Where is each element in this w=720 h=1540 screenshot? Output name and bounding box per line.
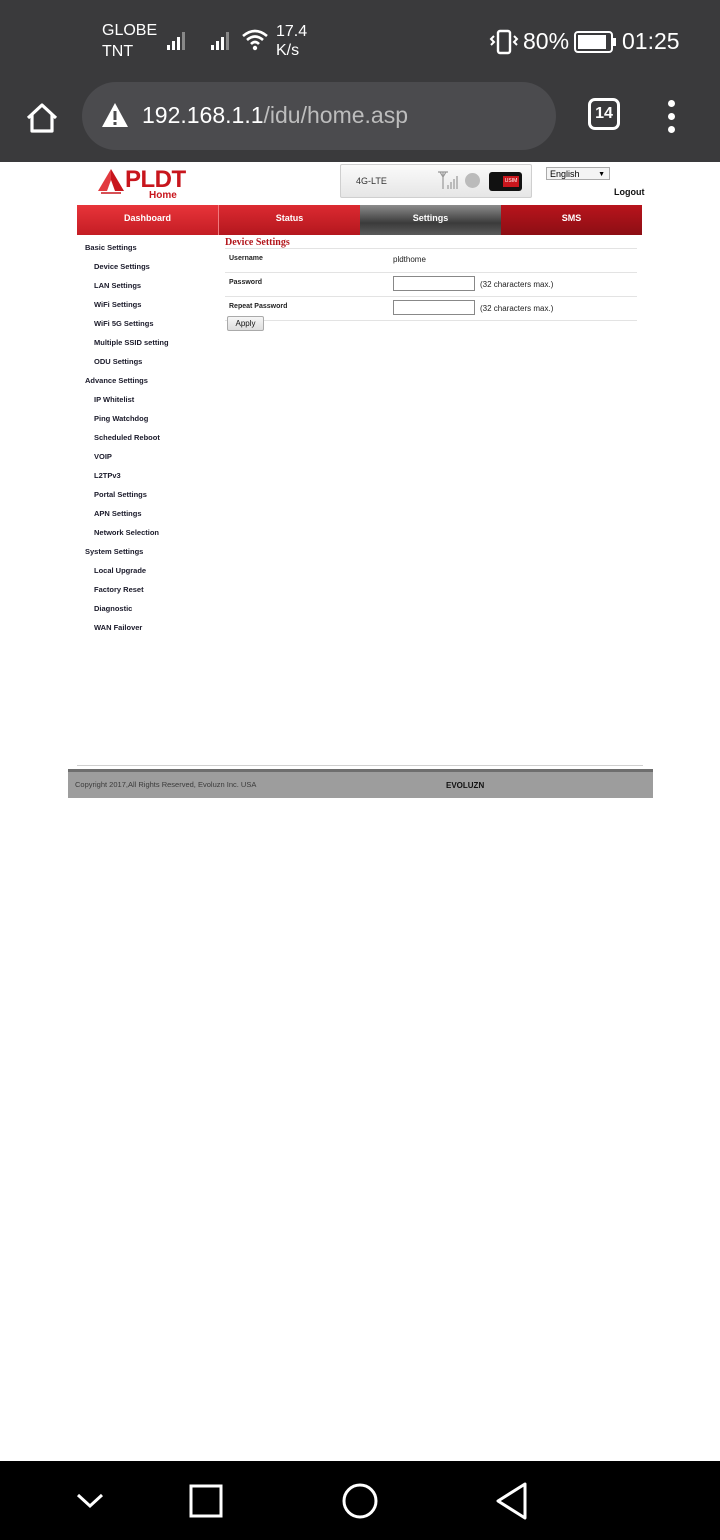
url-text[interactable]: 192.168.1.1/idu/home.asp — [142, 102, 408, 129]
signal-icon — [211, 32, 229, 50]
sidebar-group-basic[interactable]: Basic Settings — [85, 242, 215, 261]
logout-link[interactable]: Logout — [614, 187, 645, 197]
sidebar-item-lan-settings[interactable]: LAN Settings — [85, 280, 215, 299]
username-value: pldthome — [393, 255, 426, 264]
browser-toolbar: 192.168.1.1/idu/home.asp 14 — [0, 82, 720, 162]
antenna-signal-icon — [438, 171, 458, 189]
settings-sidebar: Basic Settings Device Settings LAN Setti… — [85, 242, 215, 641]
sidebar-item-wifi-5g-settings[interactable]: WiFi 5G Settings — [85, 318, 215, 337]
sidebar-item-factory-reset[interactable]: Factory Reset — [85, 584, 215, 603]
sim-status-icon: USIM — [489, 172, 522, 191]
menu-settings[interactable]: Settings — [360, 205, 501, 235]
password-row: Password (32 characters max.) — [225, 272, 637, 296]
language-value: English — [550, 169, 580, 179]
main-menu: Dashboard Status Settings SMS — [77, 205, 642, 235]
username-row: Username pldthome — [225, 248, 637, 272]
signal-icon — [167, 32, 185, 50]
sidebar-item-portal-settings[interactable]: Portal Settings — [85, 489, 215, 508]
sidebar-item-diagnostic[interactable]: Diagnostic — [85, 603, 215, 622]
sidebar-item-ip-whitelist[interactable]: IP Whitelist — [85, 394, 215, 413]
sidebar-item-local-upgrade[interactable]: Local Upgrade — [85, 565, 215, 584]
wifi-icon — [242, 29, 268, 51]
sidebar-item-apn-settings[interactable]: APN Settings — [85, 508, 215, 527]
hide-keyboard-icon[interactable] — [74, 1485, 106, 1517]
home-nav-icon[interactable] — [340, 1481, 380, 1521]
menu-dashboard[interactable]: Dashboard — [77, 205, 218, 235]
warning-icon[interactable] — [100, 101, 130, 129]
network-type: 4G-LTE — [356, 176, 387, 186]
clock: 01:25 — [622, 28, 680, 54]
url-path: /idu/home.asp — [263, 102, 408, 128]
more-options-icon[interactable] — [662, 100, 682, 134]
sidebar-group-system[interactable]: System Settings — [85, 546, 215, 565]
pldt-logo: PLDT Home — [97, 166, 207, 202]
tab-switcher-button[interactable]: 14 — [588, 98, 620, 130]
repeat-password-label: Repeat Password — [229, 303, 288, 310]
sidebar-item-odu-settings[interactable]: ODU Settings — [85, 356, 215, 375]
language-select[interactable]: English ▼ — [546, 167, 610, 180]
status-bar: GLOBE TNT 17.4 K/s 80% 01:25 — [0, 0, 720, 82]
device-settings-panel: Device Settings Username pldthome Passwo… — [225, 237, 637, 331]
sidebar-item-multiple-ssid[interactable]: Multiple SSID setting — [85, 337, 215, 356]
page-footer: Copyright 2017,All Rights Reserved, Evol… — [68, 769, 653, 798]
repeat-password-input[interactable] — [393, 300, 475, 315]
copyright-text: Copyright 2017,All Rights Reserved, Evol… — [75, 780, 257, 789]
sidebar-item-network-selection[interactable]: Network Selection — [85, 527, 215, 546]
connection-status-box: 4G-LTE USIM — [340, 164, 532, 198]
username-label: Username — [229, 255, 263, 262]
sidebar-item-device-settings[interactable]: Device Settings — [85, 261, 215, 280]
repeat-password-row: Repeat Password (32 characters max.) — [225, 296, 637, 321]
logo-subtext: Home — [149, 190, 177, 201]
sidebar-item-l2tpv3[interactable]: L2TPv3 — [85, 470, 215, 489]
battery-icon — [574, 31, 616, 53]
recents-icon[interactable] — [188, 1483, 224, 1519]
password-hint: (32 characters max.) — [480, 280, 554, 289]
network-speed: 17.4 K/s — [276, 22, 307, 60]
footer-brand: EVOLUZN — [446, 781, 485, 790]
url-host: 192.168.1.1 — [142, 102, 264, 128]
vibrate-icon — [489, 29, 519, 55]
password-label: Password — [229, 279, 263, 286]
carrier-names: GLOBE TNT — [102, 20, 157, 62]
navigation-bar — [0, 1461, 720, 1540]
sidebar-item-ping-watchdog[interactable]: Ping Watchdog — [85, 413, 215, 432]
sim-label: USIM — [503, 176, 519, 187]
apply-button[interactable]: Apply — [227, 316, 264, 331]
sidebar-item-wan-failover[interactable]: WAN Failover — [85, 622, 215, 641]
dropdown-arrow-icon: ▼ — [598, 171, 605, 178]
carrier-2: TNT — [102, 43, 134, 60]
pldt-logo-icon — [98, 169, 124, 194]
menu-sms[interactable]: SMS — [501, 205, 642, 235]
password-input[interactable] — [393, 276, 475, 291]
battery-percent: 80% — [523, 28, 570, 54]
sidebar-item-scheduled-reboot[interactable]: Scheduled Reboot — [85, 432, 215, 451]
sidebar-item-wifi-settings[interactable]: WiFi Settings — [85, 299, 215, 318]
internet-globe-icon — [465, 173, 480, 188]
repeat-password-hint: (32 characters max.) — [480, 304, 554, 313]
divider — [77, 765, 643, 766]
carrier-1: GLOBE — [102, 22, 158, 39]
menu-status[interactable]: Status — [218, 205, 360, 235]
sidebar-group-advance[interactable]: Advance Settings — [85, 375, 215, 394]
address-bar[interactable]: 192.168.1.1/idu/home.asp — [82, 82, 556, 150]
speed-value: 17.4 — [276, 23, 308, 40]
home-icon[interactable] — [22, 98, 62, 138]
sidebar-item-voip[interactable]: VOIP — [85, 451, 215, 470]
back-icon[interactable] — [494, 1481, 530, 1521]
page-title: Device Settings — [225, 237, 290, 248]
speed-unit: K/s — [276, 42, 300, 59]
